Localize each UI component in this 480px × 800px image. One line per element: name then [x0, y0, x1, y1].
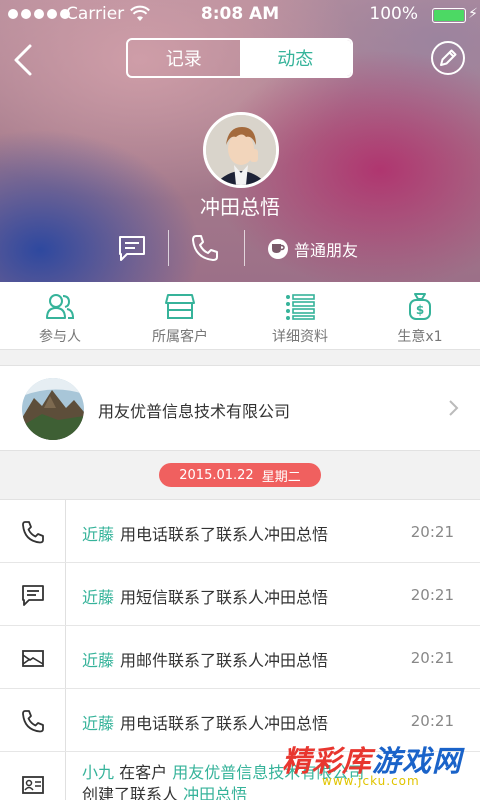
info-tabs: 参与人 所属客户 详细资料 $ 生意x1	[0, 282, 480, 350]
details-list-icon	[286, 294, 315, 320]
tab-customer[interactable]: 所属客户	[120, 282, 240, 349]
activity-action: 用短信联系了联系人冲田总悟	[120, 588, 329, 607]
charging-icon: ⚡	[468, 6, 478, 22]
money-bag-icon: $	[409, 293, 431, 320]
watermark-part2: 游戏网	[372, 744, 463, 778]
status-bar: Carrier 8:08 AM 100% ⚡	[0, 0, 480, 30]
battery-icon	[432, 8, 466, 23]
edit-icon[interactable]	[430, 40, 466, 76]
phone-icon[interactable]	[190, 233, 220, 263]
activity-action: 用邮件联系了联系人冲田总悟	[120, 651, 329, 670]
battery-percent: 100%	[369, 4, 418, 24]
activity-text: 近藤 用电话联系了联系人冲田总悟	[82, 710, 328, 734]
actor-name[interactable]: 近藤	[82, 588, 114, 607]
company-logo	[22, 378, 84, 440]
tab-details-label: 详细资料	[272, 329, 328, 345]
watermark-part1: 精彩库	[282, 744, 373, 778]
activity-time: 20:21	[410, 712, 454, 730]
tab-details[interactable]: 详细资料	[240, 282, 360, 349]
list-item[interactable]: 近藤 用邮件联系了联系人冲田总悟 20:21	[0, 626, 480, 689]
date-text: 2015.01.22	[179, 467, 254, 483]
segmented-control: 记录 动态	[126, 38, 353, 78]
quick-actions: 普通朋友	[0, 230, 480, 266]
watermark-url: www.jcku.com	[322, 774, 420, 788]
phone-icon	[22, 521, 44, 544]
contact-link[interactable]: 冲田总悟	[183, 785, 247, 800]
activity-text: 近藤 用电话联系了联系人冲田总悟	[82, 521, 328, 545]
date-badge: 2015.01.22 星期二	[159, 463, 321, 487]
activity-action: 用电话联系了联系人冲田总悟	[120, 714, 329, 733]
divider	[168, 230, 169, 266]
relationship-tag[interactable]: 普通朋友	[268, 237, 358, 261]
chevron-right-icon	[449, 400, 459, 416]
activity-text: 近藤 用邮件联系了联系人冲田总悟	[82, 647, 328, 671]
message-icon	[22, 585, 44, 606]
actor-name[interactable]: 小九	[82, 763, 114, 782]
tab-activity[interactable]: 动态	[239, 40, 351, 76]
activity-time: 20:21	[410, 523, 454, 541]
message-icon[interactable]	[117, 233, 147, 263]
timeline-divider	[65, 500, 66, 562]
timeline-divider	[65, 626, 66, 688]
actor-name[interactable]: 近藤	[82, 651, 114, 670]
tab-participants-label: 参与人	[39, 329, 81, 345]
phone-icon	[22, 710, 44, 733]
profile-header: Carrier 8:08 AM 100% ⚡ 记录 动态 冲田总悟 普通朋友	[0, 0, 480, 282]
activity-text: 近藤 用短信联系了联系人冲田总悟	[82, 584, 328, 608]
avatar[interactable]	[203, 112, 279, 188]
timeline-divider	[65, 563, 66, 625]
actor-name[interactable]: 近藤	[82, 525, 114, 544]
activity-time: 20:21	[410, 586, 454, 604]
timeline-divider	[65, 752, 66, 800]
tab-business[interactable]: $ 生意x1	[360, 282, 480, 349]
contact-card-icon	[22, 776, 44, 794]
activity-mid: 在客户	[119, 763, 168, 782]
tab-participants[interactable]: 参与人	[0, 282, 120, 349]
tab-customer-label: 所属客户	[152, 329, 208, 345]
divider	[244, 230, 245, 266]
cup-icon	[268, 239, 288, 259]
timeline-divider	[65, 689, 66, 751]
actor-name[interactable]: 近藤	[82, 714, 114, 733]
contact-name: 冲田总悟	[200, 195, 280, 219]
company-name: 用友优普信息技术有限公司	[98, 402, 291, 421]
activity-action: 用电话联系了联系人冲田总悟	[120, 525, 329, 544]
watermark: 精彩库游戏网 www.jcku.com	[282, 738, 463, 788]
relationship-tag-label: 普通朋友	[294, 241, 359, 260]
mail-icon	[22, 650, 44, 667]
tab-business-label: 生意x1	[397, 329, 443, 345]
store-icon	[165, 294, 195, 319]
company-row[interactable]: 用友优普信息技术有限公司	[0, 365, 480, 451]
svg-text:$: $	[416, 303, 424, 317]
back-icon[interactable]	[8, 40, 38, 80]
list-item[interactable]: 近藤 用电话联系了联系人冲田总悟 20:21	[0, 500, 480, 563]
weekday-text: 星期二	[261, 469, 301, 485]
activity-time: 20:21	[410, 649, 454, 667]
list-item[interactable]: 近藤 用短信联系了联系人冲田总悟 20:21	[0, 563, 480, 626]
tab-records[interactable]: 记录	[128, 40, 240, 76]
activity-action: 创建了联系人	[82, 785, 179, 800]
participants-icon	[46, 294, 75, 319]
